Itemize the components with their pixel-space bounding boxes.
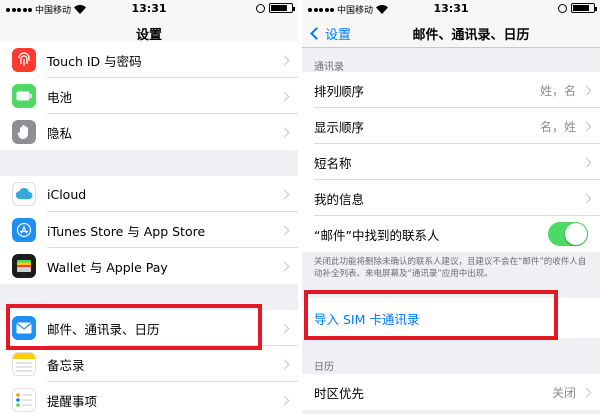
settings-item-battery[interactable]: 电池 [0,78,298,114]
my-info-row[interactable]: 我的信息 [302,180,600,216]
chevron-left-icon [310,27,323,40]
chevron-right-icon [279,91,290,101]
row-label: 显示顺序 [314,119,365,135]
settings-item-label: Wallet 与 Apple Pay [47,259,168,275]
chevron-right-icon [279,395,290,405]
hand-icon [12,120,36,144]
cloud-icon [12,182,36,206]
chevron-right-icon [279,323,290,333]
reminders-icon [12,388,36,412]
back-button[interactable]: 设置 [308,24,351,43]
settings-item-label: iCloud [47,186,87,202]
chevron-right-icon [279,261,290,271]
app-store-icon [12,218,36,242]
settings-screen: 中国移动 13:31 设置 Touch ID 与密码 电池 隐私 iCloud … [0,0,298,414]
settings-item-notes[interactable]: 备忘录 [0,346,298,382]
settings-item-mail-contacts-calendars[interactable]: 邮件、通讯录、日历 [0,310,298,346]
section-header-contacts: 通讯录 [314,62,344,73]
mail-contacts-calendars-screen: 中国移动 13:31 设置 邮件、通讯录、日历 通讯录 排列顺序 姓，名 显示顺… [302,0,600,414]
page-title: 邮件、通讯录、日历 [412,28,530,43]
nav-bar: 设置 邮件、通讯录、日历 [302,18,600,48]
row-label: 排列顺序 [314,83,365,99]
chevron-right-icon [581,85,592,95]
section-footer: 关闭此功能将删除未确认的联系人建议，且建议不会在“邮件”的收件人自动补全列表、来… [314,257,587,279]
chevron-right-icon [581,121,592,131]
contacts-found-in-mail-toggle[interactable] [548,222,588,246]
chevron-right-icon [581,157,592,167]
row-value: 关闭 [551,385,576,400]
chevron-right-icon [279,55,290,65]
settings-item-label: 备忘录 [47,357,85,373]
settings-item-label: 提醒事项 [47,393,98,409]
import-sim-contacts-button[interactable]: 导入 SIM 卡通讯录 [302,298,600,338]
status-bar: 中国移动 13:31 [0,0,298,18]
wallet-icon [12,254,36,278]
chevron-right-icon [279,359,290,369]
settings-item-privacy[interactable]: 隐私 [0,114,298,150]
chevron-right-icon [279,127,290,137]
settings-item-touch-id[interactable]: Touch ID 与密码 [0,42,298,78]
display-order-row[interactable]: 显示顺序 名，姓 [302,108,600,144]
settings-item-label: 邮件、通讯录、日历 [47,321,160,337]
row-label: 短名称 [314,155,352,171]
chevron-right-icon [279,189,290,199]
section-header-calendar: 日历 [314,362,334,373]
chevron-right-icon [581,193,592,203]
settings-item-wallet[interactable]: Wallet 与 Apple Pay [0,248,298,284]
settings-item-icloud[interactable]: iCloud [0,176,298,212]
page-title: 设置 [135,28,162,43]
settings-item-label: iTunes Store 与 App Store [47,223,206,239]
alarm-icon [256,3,265,13]
sort-order-row[interactable]: 排列顺序 姓，名 [302,72,600,108]
alarm-icon [558,3,567,13]
chevron-right-icon [279,225,290,235]
settings-item-itunes-app-store[interactable]: iTunes Store 与 App Store [0,212,298,248]
status-time: 13:31 [433,2,469,15]
notes-icon [12,352,36,376]
battery-icon [12,84,36,108]
import-sim-label: 导入 SIM 卡通讯录 [314,311,420,327]
mail-icon [12,316,36,340]
short-name-row[interactable]: 短名称 [302,144,600,180]
fingerprint-icon [12,48,36,72]
contacts-found-in-mail-row: “邮件”中找到的联系人 [302,216,600,252]
row-label: 时区优先 [314,385,365,401]
row-label: “邮件”中找到的联系人 [314,227,440,243]
battery-status-icon [571,3,597,13]
back-label: 设置 [325,28,352,43]
row-label: 我的信息 [314,191,365,207]
row-value: 姓，名 [539,83,576,98]
settings-item-label: 隐私 [47,125,73,141]
settings-item-label: 电池 [47,89,73,105]
row-value: 名，姓 [539,119,576,134]
settings-item-reminders[interactable]: 提醒事项 [0,382,298,414]
status-time: 13:31 [131,2,167,15]
settings-item-label: Touch ID 与密码 [47,53,142,69]
battery-status-icon [269,3,295,13]
chevron-right-icon [581,387,592,397]
time-zone-override-row[interactable]: 时区优先 关闭 [302,374,600,410]
status-bar: 中国移动 13:31 [302,0,600,18]
